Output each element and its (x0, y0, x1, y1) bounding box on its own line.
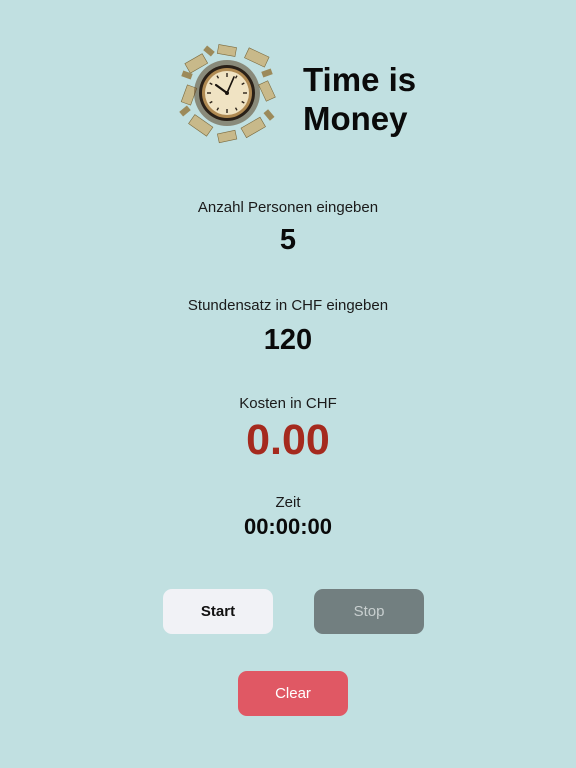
app-title: Time is Money (303, 61, 417, 137)
persons-label: Anzahl Personen eingeben (197, 199, 379, 216)
cost-value: 0.00 (246, 416, 330, 464)
clock-with-money-icon (176, 42, 278, 144)
rate-input[interactable]: 120 (0, 323, 576, 357)
persons-field: Anzahl Personen eingeben 5 (0, 199, 576, 257)
stop-button[interactable]: Stop (314, 589, 424, 634)
clear-button[interactable]: Clear (238, 671, 348, 716)
time-display: Zeit 00:00:00 (0, 494, 576, 540)
persons-input[interactable]: 5 (0, 223, 576, 257)
app-header: Time is Money (0, 40, 576, 150)
cost-label: Kosten in CHF (239, 395, 337, 412)
cost-display: Kosten in CHF 0.00 (0, 395, 576, 465)
start-button[interactable]: Start (163, 589, 273, 634)
time-value: 00:00:00 (243, 514, 333, 539)
rate-label: Stundensatz in CHF eingeben (187, 297, 389, 314)
rate-field: Stundensatz in CHF eingeben 120 (0, 297, 576, 357)
time-label: Zeit (275, 494, 301, 511)
